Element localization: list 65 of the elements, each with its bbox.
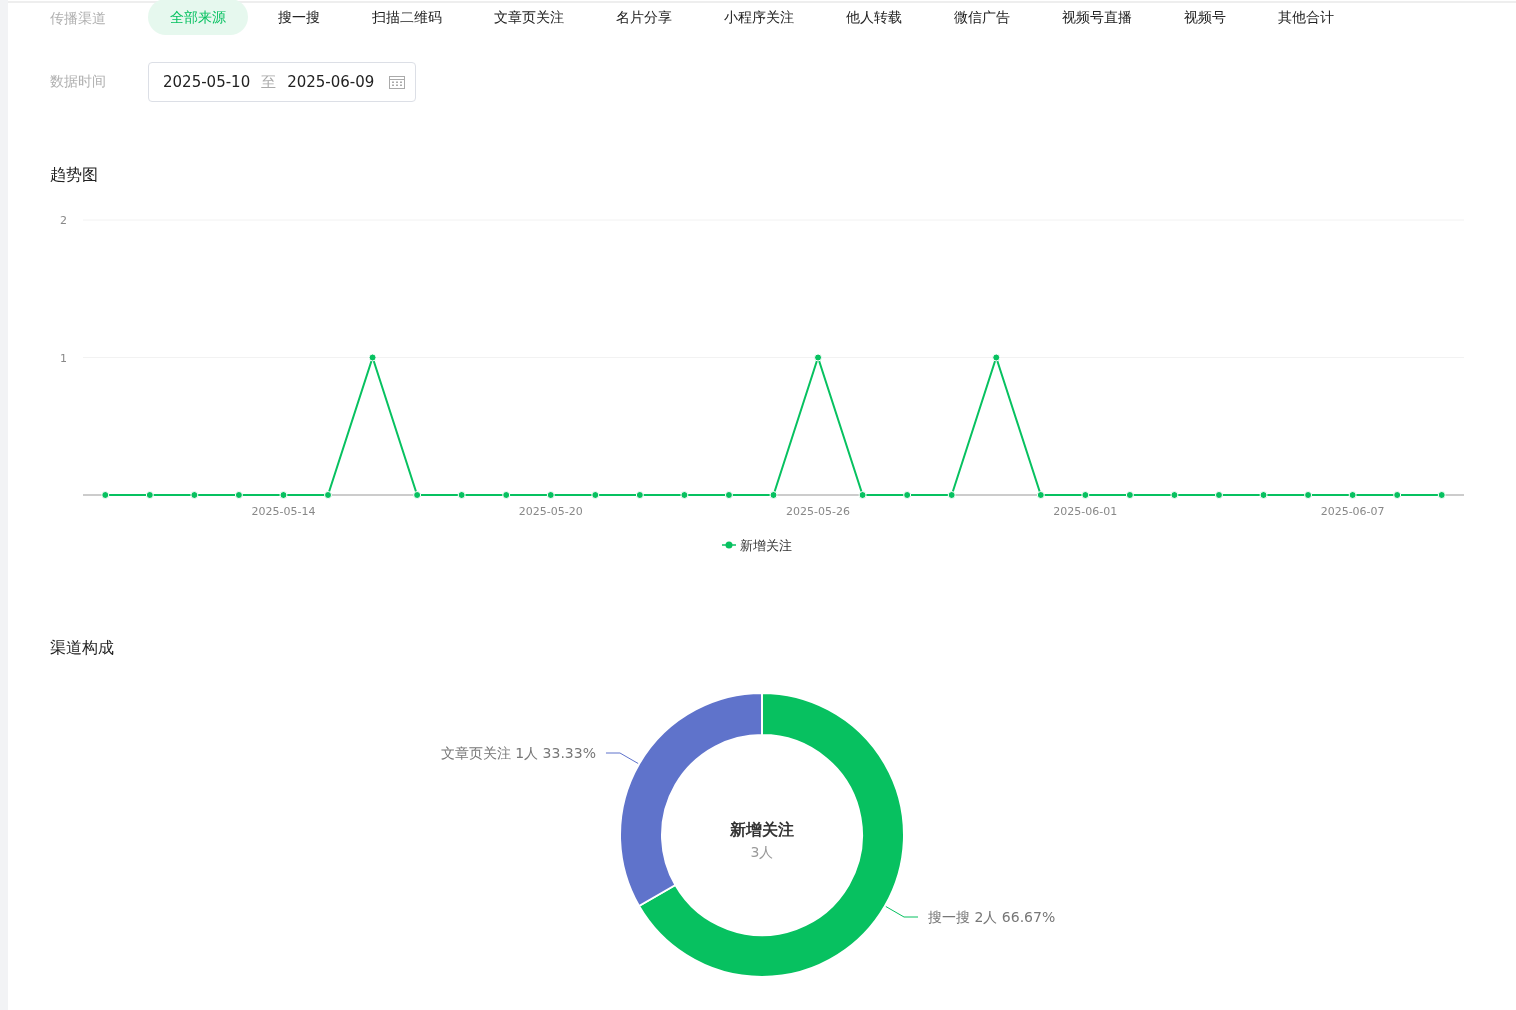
data-point: [591, 491, 600, 499]
data-point: [1348, 491, 1357, 499]
data-point: [903, 491, 912, 499]
channel-tab[interactable]: 扫描二维码: [350, 0, 464, 35]
data-point: [1259, 491, 1268, 499]
data-point: [1036, 491, 1045, 499]
filter-label: 数据时间: [50, 73, 107, 91]
section-title: 趋势图: [49, 165, 99, 186]
data-point: [1125, 491, 1134, 499]
data-point: [1393, 491, 1402, 499]
data-label: 文章页关注 1人 33.33%: [440, 745, 596, 761]
channel-tab[interactable]: 小程序关注: [702, 0, 816, 35]
axis-label: 2025-05-26: [786, 505, 850, 518]
axis-label: 2025-06-01: [1053, 505, 1118, 518]
data-point: [457, 491, 466, 499]
data-point: [190, 491, 199, 499]
data-point: [502, 491, 511, 499]
data-point: [1304, 491, 1313, 499]
channel-tab[interactable]: 他人转载: [824, 0, 924, 35]
data-point: [1081, 491, 1090, 499]
section-title: 渠道构成: [49, 638, 115, 659]
legend-label[interactable]: 新增关注: [740, 538, 792, 553]
axis-label: 2025-06-07: [1320, 505, 1385, 518]
channel-tab[interactable]: 名片分享: [594, 0, 694, 35]
axis-label: 2025-05-20: [518, 505, 583, 518]
axis-label: 2: [60, 214, 67, 227]
range-separator: 至: [261, 72, 277, 92]
data-label: 搜一搜 2人 66.67%: [928, 909, 1056, 925]
data-point: [1437, 491, 1446, 499]
calendar-icon[interactable]: [389, 75, 406, 89]
data-point: [546, 491, 555, 499]
data-point: [1170, 491, 1179, 499]
data-point: [680, 491, 689, 499]
data-point: [101, 491, 110, 499]
donut-center-title: 新增关注: [730, 820, 794, 839]
data-point: [769, 491, 778, 499]
channel-tab[interactable]: 微信广告: [932, 0, 1032, 35]
leader-line: [605, 752, 639, 764]
data-point: [324, 491, 332, 499]
data-point: [814, 353, 823, 362]
filter-label: 传播渠道: [50, 10, 107, 28]
data-point: [1215, 491, 1223, 499]
data-point: [992, 353, 1001, 362]
channel-tab[interactable]: 视频号: [1162, 0, 1248, 35]
channel-tab[interactable]: 文章页关注: [472, 0, 586, 35]
data-point: [724, 491, 733, 499]
data-point: [234, 491, 243, 499]
data-point: [858, 491, 867, 499]
leader-line: [885, 906, 919, 918]
channel-tab[interactable]: 其他合计: [1256, 0, 1356, 35]
legend-icon[interactable]: [721, 541, 737, 549]
data-point: [635, 491, 644, 499]
start-date: 2025-05-10: [163, 73, 251, 91]
data-point: [279, 491, 288, 499]
axis-label: 2025-05-14: [251, 505, 316, 518]
data-point: [947, 491, 956, 499]
channel-tab[interactable]: 视频号直播: [1040, 0, 1154, 35]
channel-tab[interactable]: 搜一搜: [256, 0, 342, 35]
data-point: [368, 353, 377, 362]
data-point: [145, 491, 154, 499]
axis-label: 1: [60, 351, 67, 365]
end-date: 2025-06-09: [287, 73, 375, 91]
date-range-field[interactable]: 2025-05-10 至 2025-06-09: [148, 62, 417, 102]
data-point: [413, 491, 422, 499]
donut-center-value: 3人: [750, 844, 774, 860]
